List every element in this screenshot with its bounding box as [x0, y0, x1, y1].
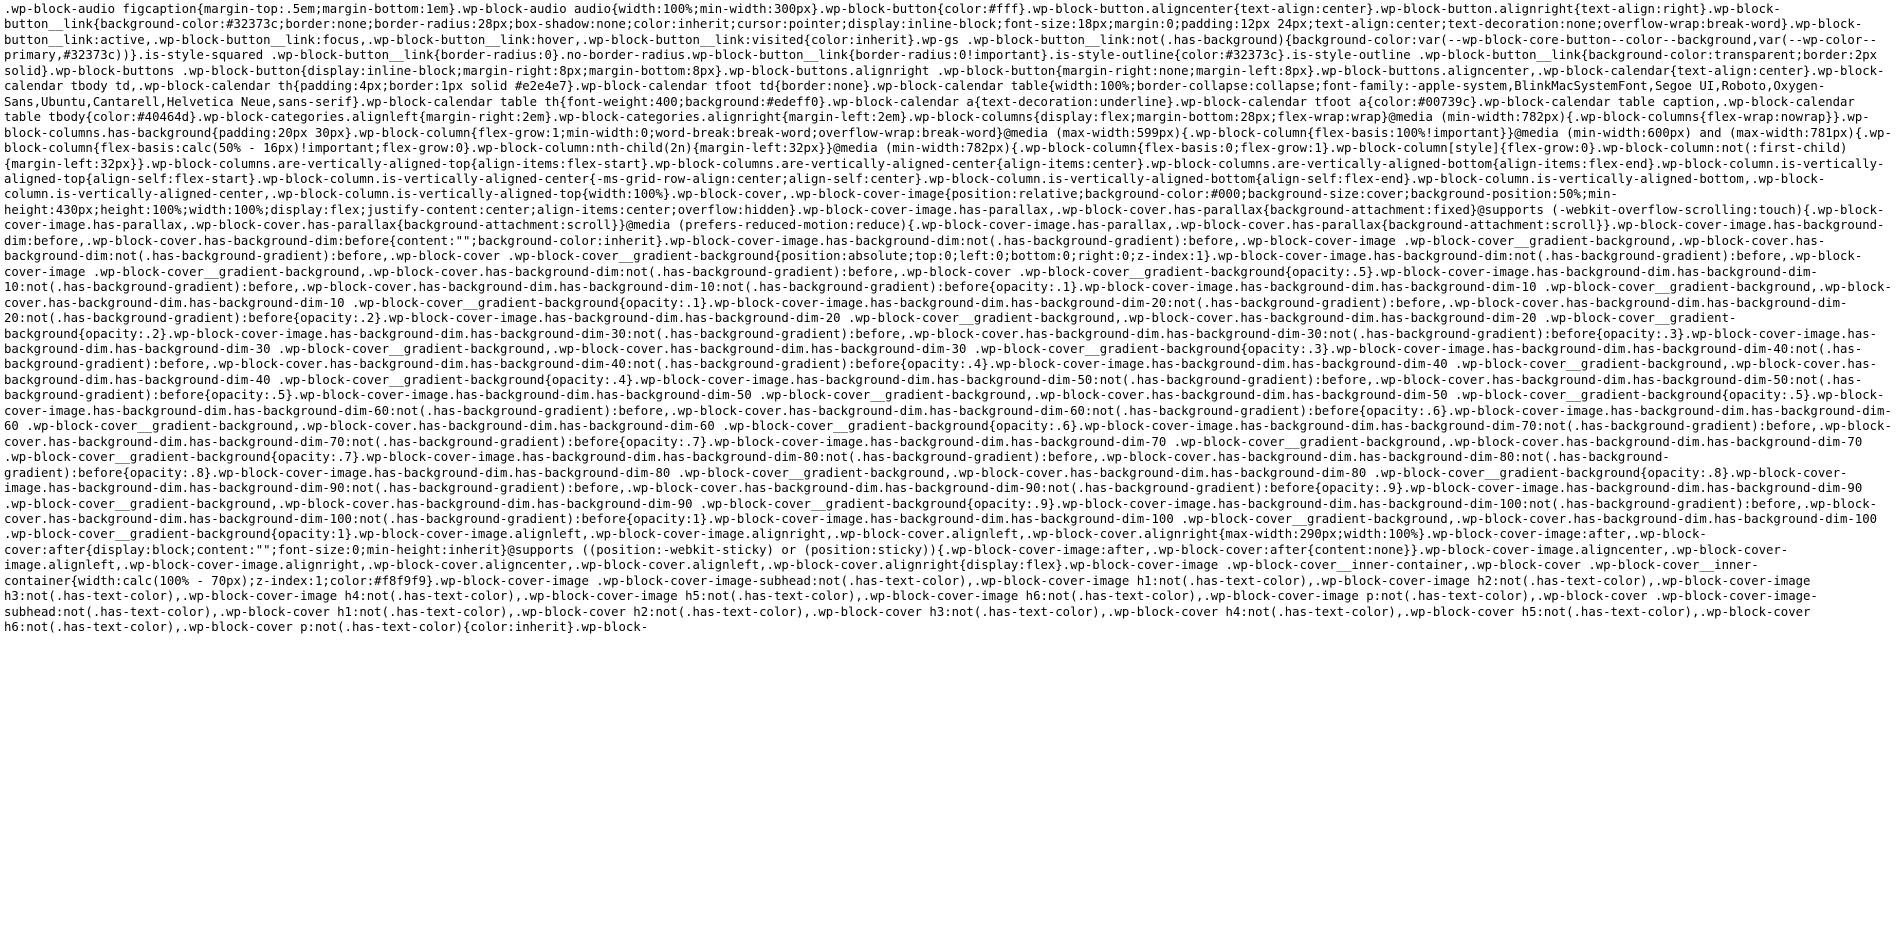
raw-css-text-dump: .wp-block-audio figcaption{margin-top:.5… — [4, 2, 1892, 635]
